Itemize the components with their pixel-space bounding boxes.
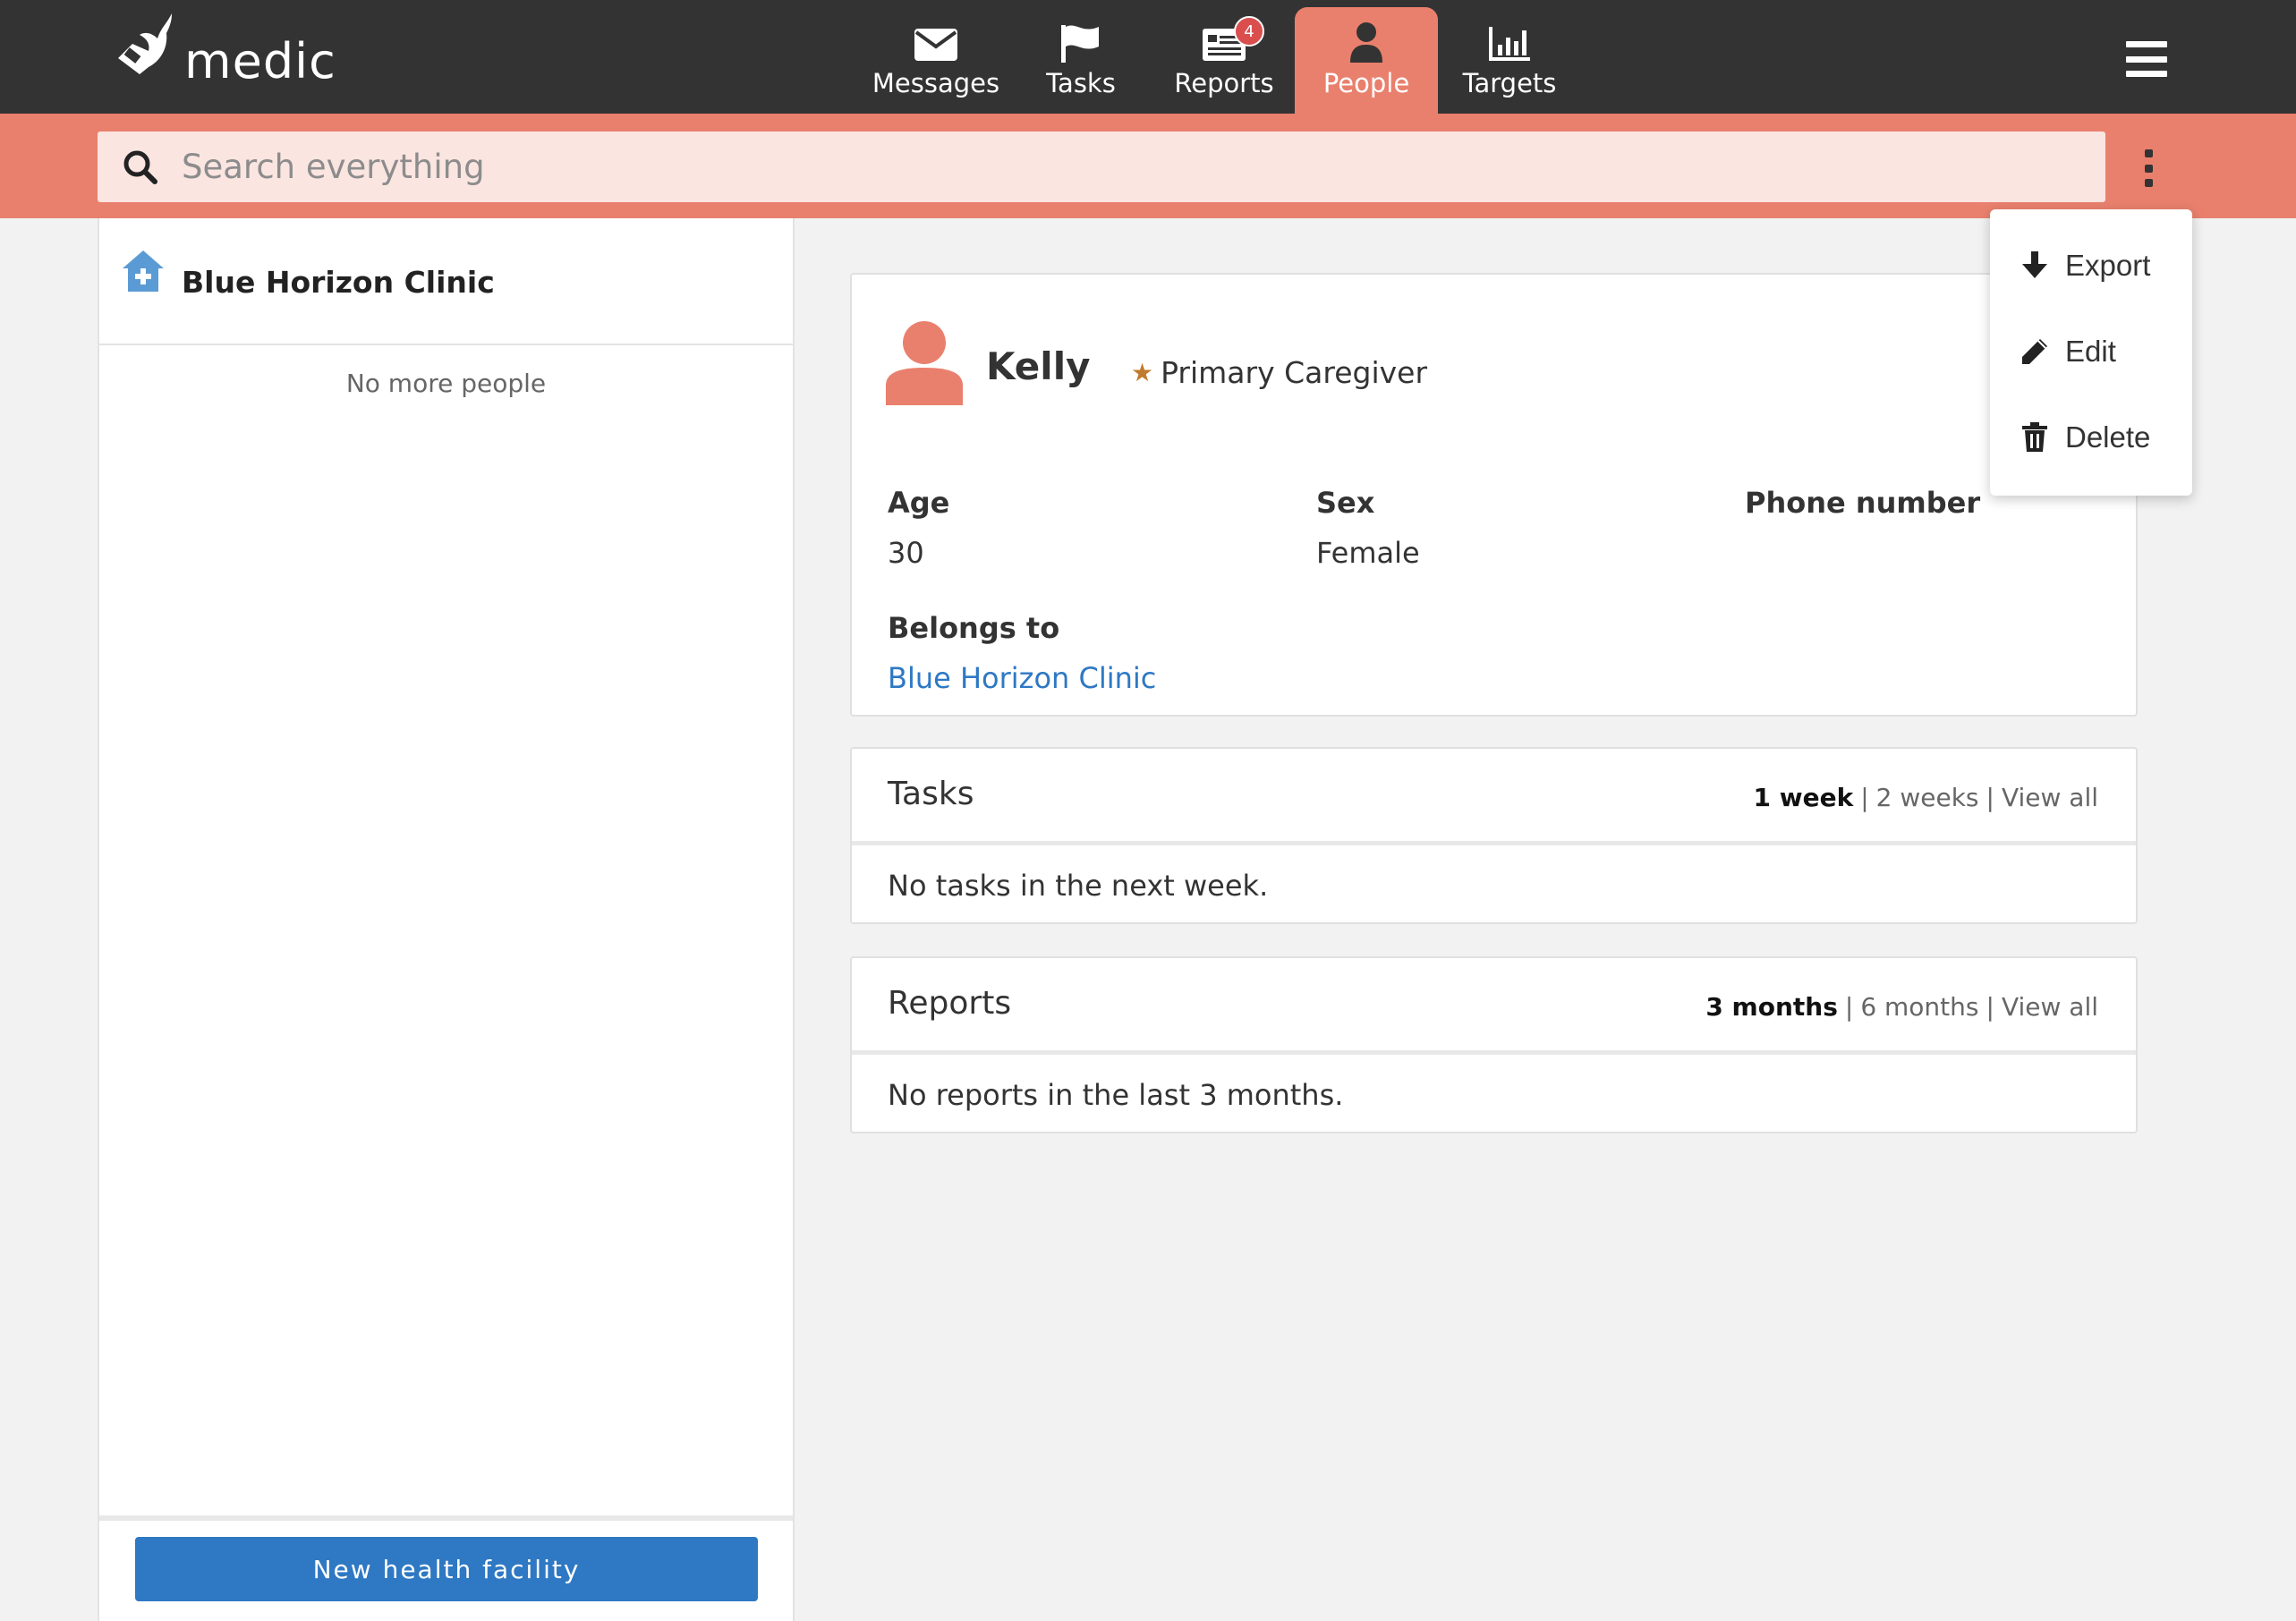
sex-label: Sex <box>1316 486 1375 520</box>
tasks-body: No tasks in the next week. <box>852 845 2136 922</box>
tab-label: Tasks <box>1046 68 1116 98</box>
sex-value: Female <box>1316 536 1420 570</box>
person-profile-card: Kelly ★ Primary Caregiver Age 30 Sex Fem… <box>850 273 2138 717</box>
facility-name: Blue Horizon Clinic <box>182 265 495 300</box>
tasks-empty-text: No tasks in the next week. <box>888 869 1269 903</box>
top-navigation-bar: medic Messages Tasks 4 Reports People Ta… <box>0 0 2296 114</box>
search-box <box>98 132 2105 202</box>
tasks-filters: 1 week | 2 weeks | View all <box>1753 783 2098 812</box>
menu-item-edit[interactable]: Edit <box>2019 335 2116 369</box>
filter-view-all[interactable]: View all <box>2002 783 2098 812</box>
tab-label: Reports <box>1174 68 1274 98</box>
reports-empty-text: No reports in the last 3 months. <box>888 1078 1344 1112</box>
person-avatar-icon <box>886 321 963 405</box>
filter-separator: | <box>1860 783 1869 812</box>
tab-people[interactable]: People <box>1295 7 1438 114</box>
reports-body: No reports in the last 3 months. <box>852 1055 2136 1132</box>
filter-6-months[interactable]: 6 months <box>1860 992 1978 1022</box>
menu-item-label: Export <box>2065 249 2151 282</box>
tab-label: Targets <box>1462 68 1557 98</box>
search-input[interactable] <box>182 148 1971 186</box>
menu-item-export[interactable]: Export <box>2019 249 2150 283</box>
menu-item-delete[interactable]: Delete <box>2019 420 2150 454</box>
envelope-icon <box>914 7 958 63</box>
filter-2-weeks[interactable]: 2 weeks <box>1876 783 1979 812</box>
belongs-to-label: Belongs to <box>888 611 1060 645</box>
reports-icon: 4 <box>1202 7 1264 63</box>
filter-separator: | <box>1986 783 1994 812</box>
filter-view-all[interactable]: View all <box>2002 992 2098 1022</box>
reports-header: Reports 3 months | 6 months | View all <box>852 958 2136 1055</box>
left-footer: New health facility <box>99 1515 793 1621</box>
dove-logo-icon <box>118 13 172 74</box>
tab-label: People <box>1322 68 1410 98</box>
person-role: ★ Primary Caregiver <box>1131 355 1427 390</box>
age-label: Age <box>888 486 950 520</box>
left-panel: Blue Horizon Clinic No more people New h… <box>98 218 795 1621</box>
reports-filters: 3 months | 6 months | View all <box>1705 992 2098 1022</box>
tab-targets[interactable]: Targets <box>1458 7 1560 114</box>
no-more-people-text: No more people <box>345 369 547 398</box>
medic-logo[interactable]: medic <box>113 11 336 102</box>
role-label: Primary Caregiver <box>1161 355 1428 390</box>
more-options-icon[interactable] <box>2139 149 2158 187</box>
search-icon[interactable] <box>123 149 158 185</box>
actions-dropdown-menu: Export Edit Delete <box>1990 209 2192 496</box>
filter-3-months[interactable]: 3 months <box>1705 992 1838 1022</box>
reports-section: Reports 3 months | 6 months | View all N… <box>850 956 2138 1133</box>
pencil-icon <box>2022 339 2047 364</box>
trash-icon <box>2022 422 2047 452</box>
tasks-section: Tasks 1 week | 2 weeks | View all No tas… <box>850 747 2138 924</box>
bar-chart-icon <box>1487 7 1532 63</box>
filter-separator: | <box>1844 992 1854 1022</box>
reports-badge: 4 <box>1234 16 1264 47</box>
tab-reports[interactable]: 4 Reports <box>1169 7 1280 114</box>
menu-item-label: Delete <box>2065 420 2151 454</box>
menu-item-label: Edit <box>2065 335 2116 368</box>
person-name: Kelly <box>986 344 1091 388</box>
logo-text: medic <box>184 32 336 89</box>
person-icon <box>1348 7 1384 63</box>
phone-label: Phone number <box>1745 486 1981 520</box>
tab-label: Messages <box>872 68 1000 98</box>
tab-tasks[interactable]: Tasks <box>1038 7 1124 114</box>
filter-separator: | <box>1986 992 1994 1022</box>
tasks-title: Tasks <box>888 776 974 812</box>
filter-1-week[interactable]: 1 week <box>1753 783 1853 812</box>
health-facility-icon <box>123 250 164 292</box>
search-bar <box>0 114 2296 218</box>
flag-icon <box>1059 7 1102 63</box>
belongs-to-link[interactable]: Blue Horizon Clinic <box>888 661 1156 695</box>
age-value: 30 <box>888 536 924 570</box>
tasks-header: Tasks 1 week | 2 weeks | View all <box>852 749 2136 845</box>
list-item-facility[interactable]: Blue Horizon Clinic <box>99 218 793 345</box>
star-icon: ★ <box>1131 358 1154 387</box>
hamburger-menu-icon[interactable] <box>2126 41 2167 77</box>
reports-title: Reports <box>888 985 1012 1022</box>
download-icon <box>2022 251 2047 278</box>
tab-messages[interactable]: Messages <box>872 7 1000 114</box>
new-health-facility-button[interactable]: New health facility <box>135 1537 758 1601</box>
